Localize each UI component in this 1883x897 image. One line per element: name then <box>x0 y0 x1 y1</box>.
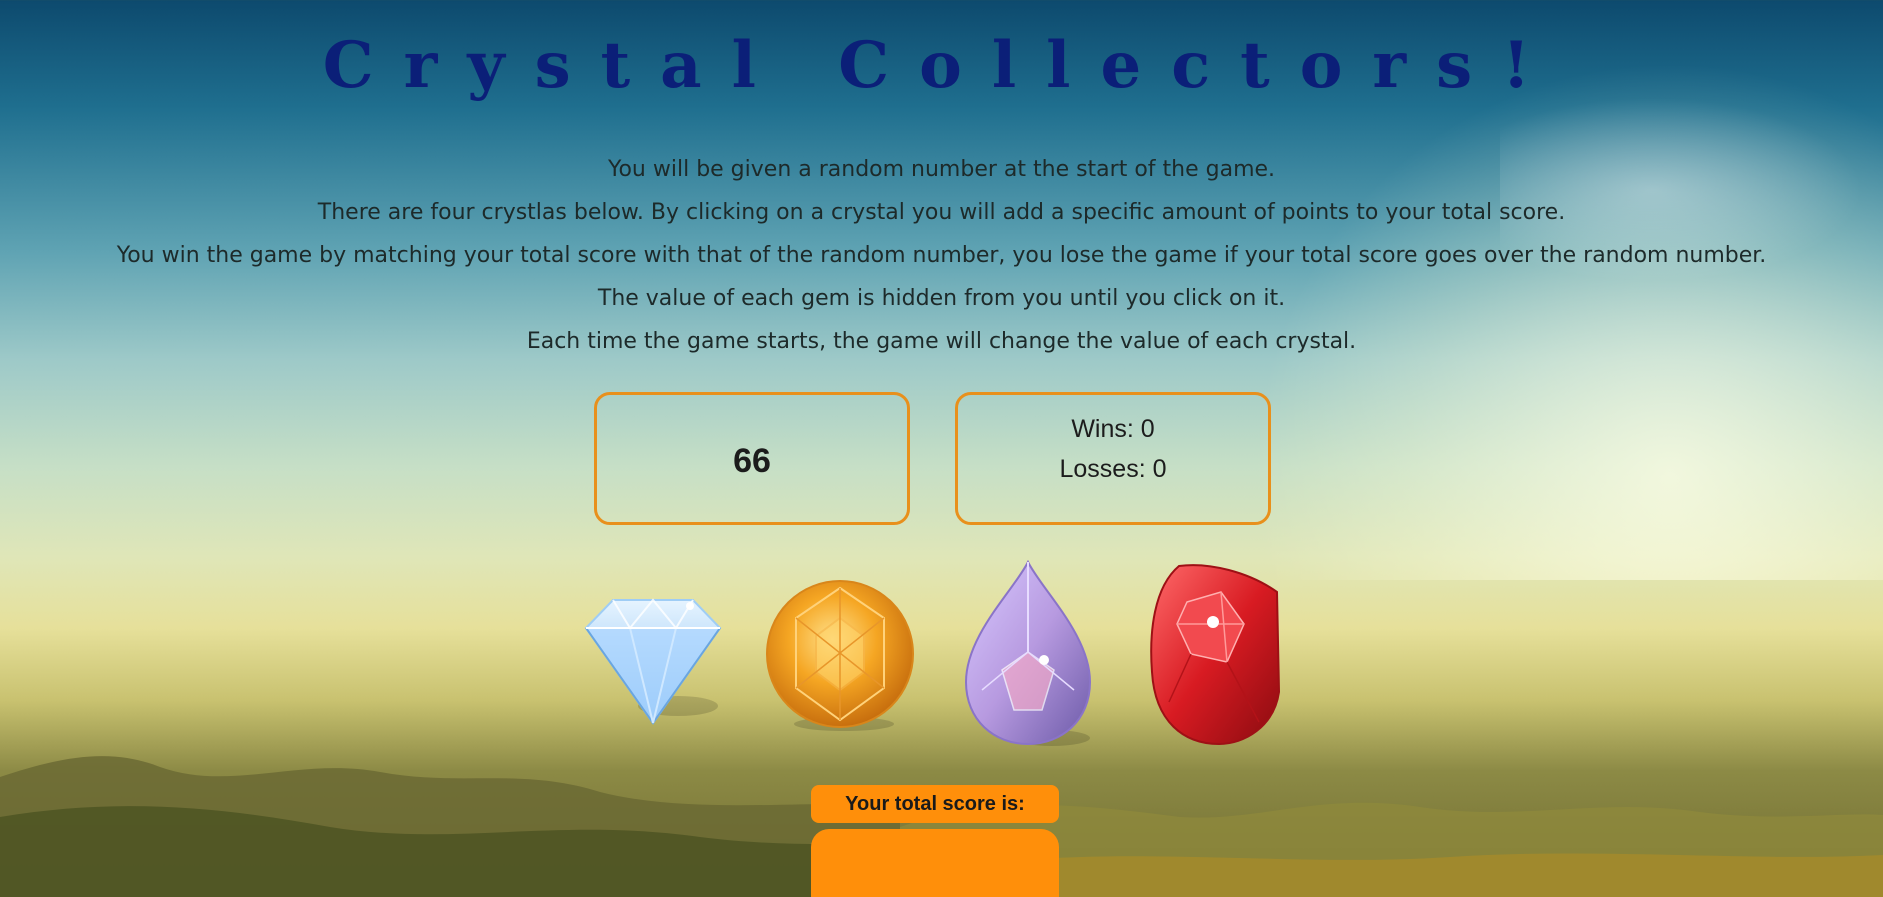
blue-diamond-crystal[interactable] <box>578 588 728 728</box>
stats-box: Wins: 0 Losses: 0 <box>955 392 1271 525</box>
random-number: 66 <box>733 442 771 480</box>
losses-counter: Losses: 0 <box>1059 455 1167 483</box>
instruction-line: The value of each gem is hidden from you… <box>597 286 1286 311</box>
orange-round-crystal[interactable] <box>764 578 916 733</box>
instruction-line: You win the game by matching your total … <box>116 243 1767 268</box>
wins-counter: Wins: 0 <box>1071 415 1155 443</box>
instruction-line: You will be given a random number at the… <box>607 157 1276 182</box>
instruction-line: Each time the game starts, the game will… <box>526 329 1357 354</box>
random-number-box: 66 <box>594 392 910 525</box>
instructions: You will be given a random number at the… <box>0 148 1883 363</box>
instruction-line: There are four crystlas below. By clicki… <box>317 200 1566 225</box>
page-title: Crystal Collectors! <box>322 28 1561 103</box>
purple-drop-crystal[interactable] <box>962 560 1097 748</box>
total-score-display <box>811 829 1059 897</box>
score-label: Your total score is: <box>811 785 1059 823</box>
red-ruby-crystal[interactable] <box>1149 562 1284 747</box>
